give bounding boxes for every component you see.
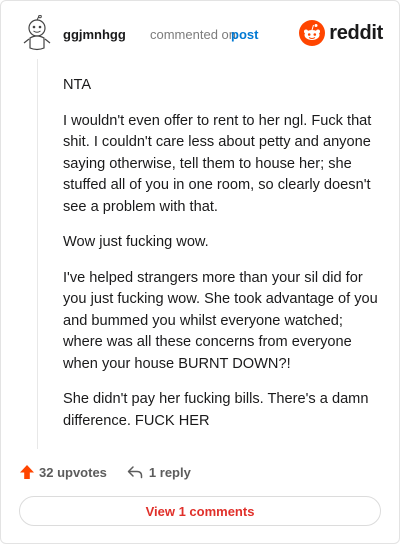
view-comments-button[interactable]: View 1 comments (19, 496, 381, 526)
comment-paragraph: NTA (63, 77, 92, 93)
comment-paragraph: She didn't pay her fucking bills. There'… (63, 391, 369, 429)
reply-arrow-icon (127, 466, 143, 479)
reply-count: 1 reply (148, 464, 191, 480)
comment-actions: 32 upvotes 1 reply (19, 461, 191, 483)
comment-body: NTA I wouldn't even offer to rent to her… (63, 75, 381, 446)
comment-paragraph: Wow just fucking wow. (63, 234, 209, 250)
avatar[interactable] (21, 14, 53, 51)
comment-paragraph: I've helped strangers more than your sil… (63, 269, 378, 372)
reddit-logo-icon (299, 20, 326, 46)
commented-on-text: commented on (150, 27, 236, 42)
thread-line[interactable] (37, 59, 38, 449)
comment-card: ggjmnhgg commented on post reddit NTA I … (0, 0, 400, 544)
comment-header: ggjmnhgg commented on post reddit (21, 14, 383, 51)
post-link[interactable]: post (231, 27, 258, 42)
snoo-avatar-icon (23, 14, 51, 51)
upvote-count: 32 upvotes (39, 464, 107, 480)
reply-button[interactable]: 1 reply (127, 465, 191, 480)
reddit-wordmark: reddit (329, 21, 383, 44)
comment-paragraph: I wouldn't even offer to rent to her ngl… (63, 112, 372, 215)
reddit-logo: reddit (299, 19, 383, 47)
upvote-arrow-icon (20, 465, 34, 479)
username[interactable]: ggjmnhgg (63, 27, 126, 42)
upvote-button[interactable]: 32 upvotes (19, 464, 107, 480)
